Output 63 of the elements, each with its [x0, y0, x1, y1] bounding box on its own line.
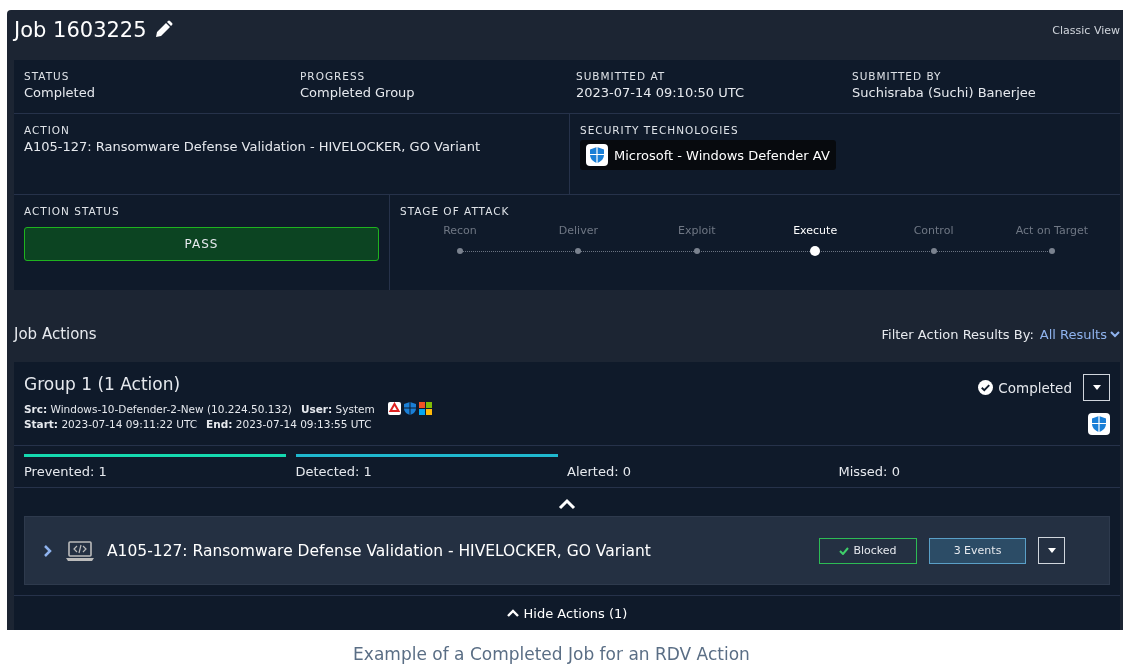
- blocked-badge: Blocked: [819, 537, 917, 564]
- action-row[interactable]: A105-127: Ransomware Defense Validation - HIVELOCKER, GO Variant Blocked 3 Events: [24, 516, 1110, 585]
- shield-icon: [586, 144, 608, 166]
- shield-icon: [403, 402, 416, 415]
- count-label: Alerted: 0: [567, 464, 632, 479]
- count-label: Prevented: 1: [24, 464, 108, 479]
- expand-chevron-icon[interactable]: [43, 543, 53, 558]
- field-label: ACTION: [24, 124, 71, 136]
- group-title: Group 1 (1 Action): [24, 374, 182, 394]
- group-status: Completed: [998, 379, 1072, 396]
- field-value: A105-127: Ransomware Defense Validation - HIVELOCKER, GO Variant: [24, 139, 482, 154]
- section-title: Job Actions: [14, 325, 97, 343]
- stage-label: Control: [913, 224, 954, 239]
- classic-view-link[interactable]: Classic View: [1052, 23, 1120, 37]
- collapse-chevron-icon[interactable]: [558, 498, 576, 510]
- dropdown-button[interactable]: [1038, 537, 1065, 564]
- user-text: User: System: [300, 402, 375, 415]
- field-value: 2023-07-14 09:10:50 UTC: [576, 85, 745, 100]
- count-label: Detected: 1: [295, 464, 373, 479]
- windows-logo-icon: [418, 402, 432, 415]
- field-value: Suchisraba (Suchi) Banerjee: [852, 85, 1037, 100]
- triangle-logo-icon: [387, 402, 401, 415]
- filter-dropdown[interactable]: All Results: [1039, 326, 1120, 342]
- check-circle-icon: [978, 380, 994, 395]
- source-text: Src: Windows-10-Defender-2-New (10.224.50.132): [24, 402, 292, 415]
- filter-label: Filter Action Results By:: [881, 326, 1034, 342]
- field-label: STATUS: [24, 70, 71, 82]
- dropdown-button[interactable]: [1083, 374, 1110, 401]
- events-button[interactable]: 3 Events: [929, 537, 1026, 564]
- field-label: PROGRESS: [300, 70, 367, 82]
- stage-label: Act on Target: [1015, 224, 1089, 239]
- start-time: Start: 2023-07-14 09:11:22 UTC: [24, 418, 198, 430]
- field-label: ACTION STATUS: [24, 205, 121, 217]
- figure-caption: Example of a Completed Job for an RDV Action: [352, 644, 751, 664]
- technology-tag: Microsoft - Windows Defender AV: [580, 140, 836, 170]
- job-title: Job 1603225: [14, 18, 147, 42]
- stage-label: Recon: [443, 224, 477, 239]
- caret-icon: [1047, 548, 1056, 553]
- stage-dot: [1048, 248, 1055, 254]
- stage-label: Execute: [793, 224, 838, 239]
- stage-dot: [810, 246, 821, 256]
- field-label: SUBMITTED BY: [852, 70, 943, 82]
- stage-label: Deliver: [558, 224, 598, 239]
- hide-actions-link[interactable]: Hide Actions (1): [506, 606, 628, 621]
- field-value: Completed Group: [300, 85, 416, 100]
- stage-dot: [575, 248, 582, 254]
- count-label: Missed: 0: [838, 464, 901, 479]
- action-title: A105-127: Ransomware Defense Validation - HIVELOCKER, GO Variant: [107, 541, 651, 560]
- chevron-up-icon: [506, 609, 519, 618]
- stage-dot: [693, 248, 700, 254]
- field-label: SECURITY TECHNOLOGIES: [580, 124, 740, 136]
- field-value: Completed: [24, 85, 96, 100]
- pass-status-bar: PASS: [24, 227, 379, 261]
- caret-icon: [1092, 385, 1101, 390]
- field-label: STAGE OF ATTACK: [400, 205, 511, 217]
- field-label: SUBMITTED AT: [576, 70, 667, 82]
- end-time: End: 2023-07-14 09:13:55 UTC: [206, 418, 372, 430]
- laptop-code-icon: [65, 539, 95, 562]
- stage-dot: [457, 248, 463, 254]
- chevron-down-icon[interactable]: [1110, 330, 1120, 338]
- stage-dot: [930, 248, 937, 254]
- stage-label: Exploit: [677, 224, 716, 239]
- shield-icon: [1088, 413, 1110, 435]
